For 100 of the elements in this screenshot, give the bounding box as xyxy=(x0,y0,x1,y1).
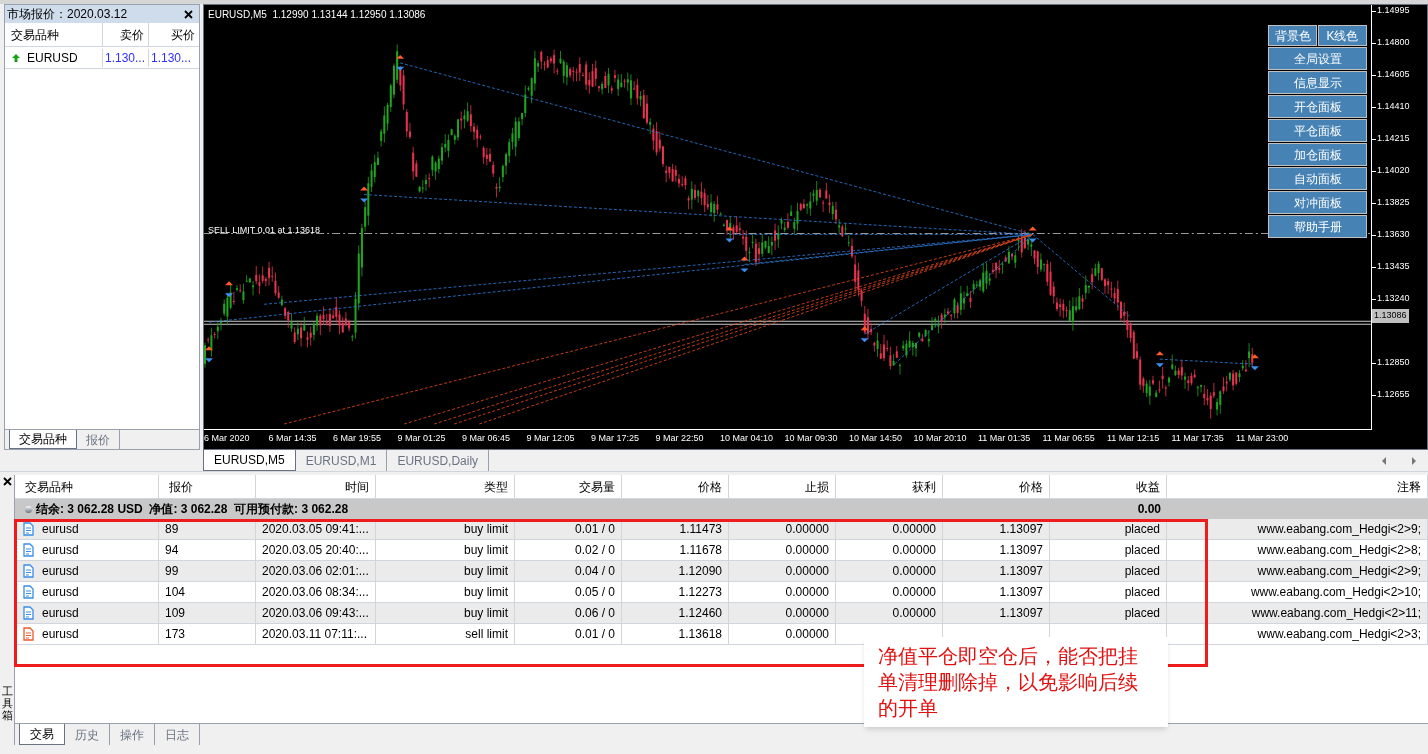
time-tick-label: 10 Mar 14:50 xyxy=(849,432,904,445)
panel-button[interactable]: K线色 xyxy=(1318,25,1367,46)
table-cell: 1.11678 xyxy=(622,540,729,560)
tab[interactable]: 交易 xyxy=(19,724,65,745)
table-cell: 0.05 / 0 xyxy=(515,582,622,602)
table-cell: buy limit xyxy=(376,519,515,539)
table-cell: placed xyxy=(1050,603,1167,623)
time-tick-label: 11 Mar 23:00 xyxy=(1236,432,1290,445)
symbol-name: EURUSD xyxy=(27,49,78,67)
table-cell-text: eurusd xyxy=(42,626,79,643)
table-cell: 1.11473 xyxy=(622,519,729,539)
table-cell: 2020.03.06 08:34:... xyxy=(256,582,376,602)
panel-button[interactable]: 背景色 xyxy=(1268,25,1317,46)
table-cell: 109 xyxy=(159,603,256,623)
table-cell: 1.12090 xyxy=(622,561,729,581)
order-document-icon xyxy=(23,564,34,578)
panel-button[interactable]: 平仓面板 xyxy=(1268,119,1367,142)
panel-button[interactable]: 信息显示 xyxy=(1268,71,1367,94)
table-cell: 2020.03.06 02:01:... xyxy=(256,561,376,581)
column-header: 卖价 xyxy=(102,23,148,47)
table-cell: 0.01 / 0 xyxy=(515,519,622,539)
price-tick-label: 1.13825 xyxy=(1376,196,1410,210)
time-tick-label: 11 Mar 12:15 xyxy=(1107,432,1161,445)
close-icon[interactable] xyxy=(184,9,193,19)
time-tick-label: 6 Mar 14:35 xyxy=(268,432,318,445)
time-tick-label: 10 Mar 20:10 xyxy=(913,432,968,445)
table-cell: placed xyxy=(1050,540,1167,560)
table-cell: 0.06 / 0 xyxy=(515,603,622,623)
price-tick-label: 1.13630 xyxy=(1376,228,1410,242)
column-header: 买价 xyxy=(148,23,199,47)
time-tick-label: 9 Mar 17:25 xyxy=(591,432,641,445)
tab[interactable]: 历史 xyxy=(65,724,110,745)
panel-button[interactable]: 对冲面板 xyxy=(1268,191,1367,214)
time-tick-label: 11 Mar 01:35 xyxy=(978,432,1032,445)
table-cell: buy limit xyxy=(376,561,515,581)
table-cell: 1.13097 xyxy=(943,540,1050,560)
time-tick-label: 6 Mar 19:55 xyxy=(333,432,383,445)
panel-button[interactable]: 加仓面板 xyxy=(1268,143,1367,166)
tab[interactable]: 交易品种 xyxy=(9,430,77,449)
close-icon[interactable] xyxy=(2,477,12,486)
tab[interactable]: 操作 xyxy=(110,724,155,745)
table-cell: 1.12460 xyxy=(622,603,729,623)
table-cell: buy limit xyxy=(376,540,515,560)
tab[interactable]: EURUSD,Daily xyxy=(387,450,490,471)
time-tick-label: 9 Mar 12:05 xyxy=(526,432,576,445)
table-cell: 99 xyxy=(159,561,256,581)
table-cell: www.eabang.com_Hedgi<2>8; xyxy=(1167,540,1428,560)
table-cell: 1.13097 xyxy=(943,582,1050,602)
table-cell: 0.00000 xyxy=(729,561,836,581)
table-cell: 0.00000 xyxy=(836,582,943,602)
panel-button[interactable]: 开仓面板 xyxy=(1268,95,1367,118)
order-line-label: SELL LIMIT 0.01 at 1.13618 xyxy=(208,224,321,237)
panel-button[interactable]: 自动面板 xyxy=(1268,167,1367,190)
table-cell: 104 xyxy=(159,582,256,602)
total-profit: 0.00 xyxy=(1136,501,1162,518)
table-cell: sell limit xyxy=(376,624,515,644)
table-cell-text: eurusd xyxy=(42,605,79,622)
panel-button[interactable]: 全局设置 xyxy=(1268,47,1367,70)
table-cell: 2020.03.05 20:40:... xyxy=(256,540,376,560)
table-cell-text: eurusd xyxy=(42,584,79,601)
time-tick-label: 9 Mar 22:50 xyxy=(655,432,705,445)
current-price-label: 1.13086 xyxy=(1372,309,1409,323)
time-tick-label: 10 Mar 04:10 xyxy=(720,432,775,445)
tab[interactable]: 日志 xyxy=(155,724,200,745)
price-tick-label: 1.13240 xyxy=(1376,292,1410,306)
table-cell: 0.00000 xyxy=(729,540,836,560)
table-cell: 0.04 / 0 xyxy=(515,561,622,581)
table-cell-text: eurusd xyxy=(42,521,79,538)
order-document-icon xyxy=(23,627,34,641)
table-cell: www.eabang.com_Hedgi<2>9; xyxy=(1167,561,1428,581)
table-cell: 0.00000 xyxy=(836,519,943,539)
table-cell: 2020.03.11 07:11:... xyxy=(256,624,376,644)
time-tick-label: 6 Mar 2020 xyxy=(204,432,251,445)
table-cell: 1.13097 xyxy=(943,561,1050,581)
tab[interactable]: 报价 xyxy=(77,430,120,449)
ask-price: 1.130... xyxy=(148,48,199,67)
price-tick-label: 1.14995 xyxy=(1376,4,1410,18)
table-cell: www.eabang.com_Hedgi<2>9; xyxy=(1167,519,1428,539)
table-cell: 0.00000 xyxy=(836,603,943,623)
table-cell: 173 xyxy=(159,624,256,644)
tab[interactable]: EURUSD,M5 xyxy=(203,450,296,471)
price-tick-label: 1.14215 xyxy=(1376,132,1410,146)
panel-button[interactable]: 帮助手册 xyxy=(1268,215,1367,238)
price-tick-label: 1.14605 xyxy=(1376,68,1410,82)
tab[interactable]: EURUSD,M1 xyxy=(295,450,388,471)
table-cell: 0.02 / 0 xyxy=(515,540,622,560)
price-tick-label: 1.14800 xyxy=(1376,36,1410,50)
order-document-icon xyxy=(23,543,34,557)
table-cell: 0.00000 xyxy=(729,603,836,623)
table-cell: 2020.03.05 09:41:... xyxy=(256,519,376,539)
table-cell: 1.13097 xyxy=(943,603,1050,623)
annotation-callout: 净值平仓即空仓后，能否把挂单清理删除掉，以免影响后续的开单 xyxy=(864,637,1168,727)
table-cell: 1.12273 xyxy=(622,582,729,602)
table-cell: placed xyxy=(1050,582,1167,602)
table-cell: buy limit xyxy=(376,582,515,602)
time-tick-label: 10 Mar 09:30 xyxy=(784,432,839,445)
table-cell: 89 xyxy=(159,519,256,539)
table-cell-text: eurusd xyxy=(42,542,79,559)
price-tick-label: 1.14020 xyxy=(1376,164,1410,178)
price-tick-label: 1.12850 xyxy=(1376,356,1410,370)
